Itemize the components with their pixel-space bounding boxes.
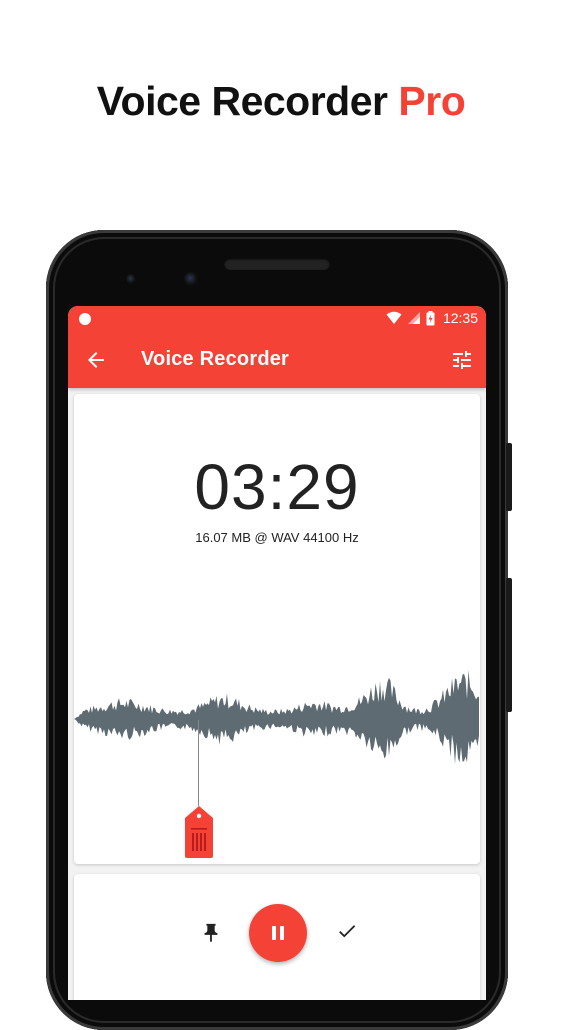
promo-title-accent: Pro (398, 78, 466, 124)
waveform (74, 670, 479, 764)
pin-icon[interactable] (200, 922, 222, 944)
phone-speaker (224, 258, 330, 270)
check-icon[interactable] (336, 920, 358, 942)
promo-title-main: Voice Recorder (96, 78, 399, 124)
arrow-back-icon[interactable] (84, 348, 108, 372)
status-icons: 12:35 (386, 310, 478, 326)
tune-sliders-icon[interactable] (450, 348, 474, 372)
recording-card: 03:29 16.07 MB @ WAV 44100 Hz (74, 394, 480, 864)
app-bar: Voice Recorder (68, 332, 486, 388)
phone-volume-button (506, 578, 512, 712)
pause-icon-bar (280, 926, 284, 940)
phone-sensor (126, 274, 136, 284)
status-bar: 12:35 (68, 306, 486, 332)
bookmark-line (198, 720, 199, 806)
status-time: 12:35 (442, 310, 478, 326)
promo-title: Voice Recorder Pro (0, 78, 562, 125)
wifi-icon (386, 311, 402, 324)
signal-icon (407, 312, 420, 324)
file-info: 16.07 MB @ WAV 44100 Hz (195, 530, 359, 545)
pause-button[interactable] (249, 904, 307, 962)
phone-power-button (506, 443, 512, 511)
pause-icon (272, 926, 276, 940)
elapsed-timer: 03:29 (194, 451, 360, 523)
phone-screen: 12:35 Voice Recorder 03:29 16.07 MB @ WA… (68, 306, 486, 1000)
controls-card (74, 874, 480, 1000)
app-bar-title: Voice Recorder (141, 348, 290, 370)
waveform-shape (74, 670, 479, 764)
battery-charging-icon (426, 310, 435, 325)
phone-camera (184, 272, 198, 286)
bookmark-tag-icon[interactable] (184, 806, 214, 858)
notification-dot-icon (79, 313, 91, 325)
